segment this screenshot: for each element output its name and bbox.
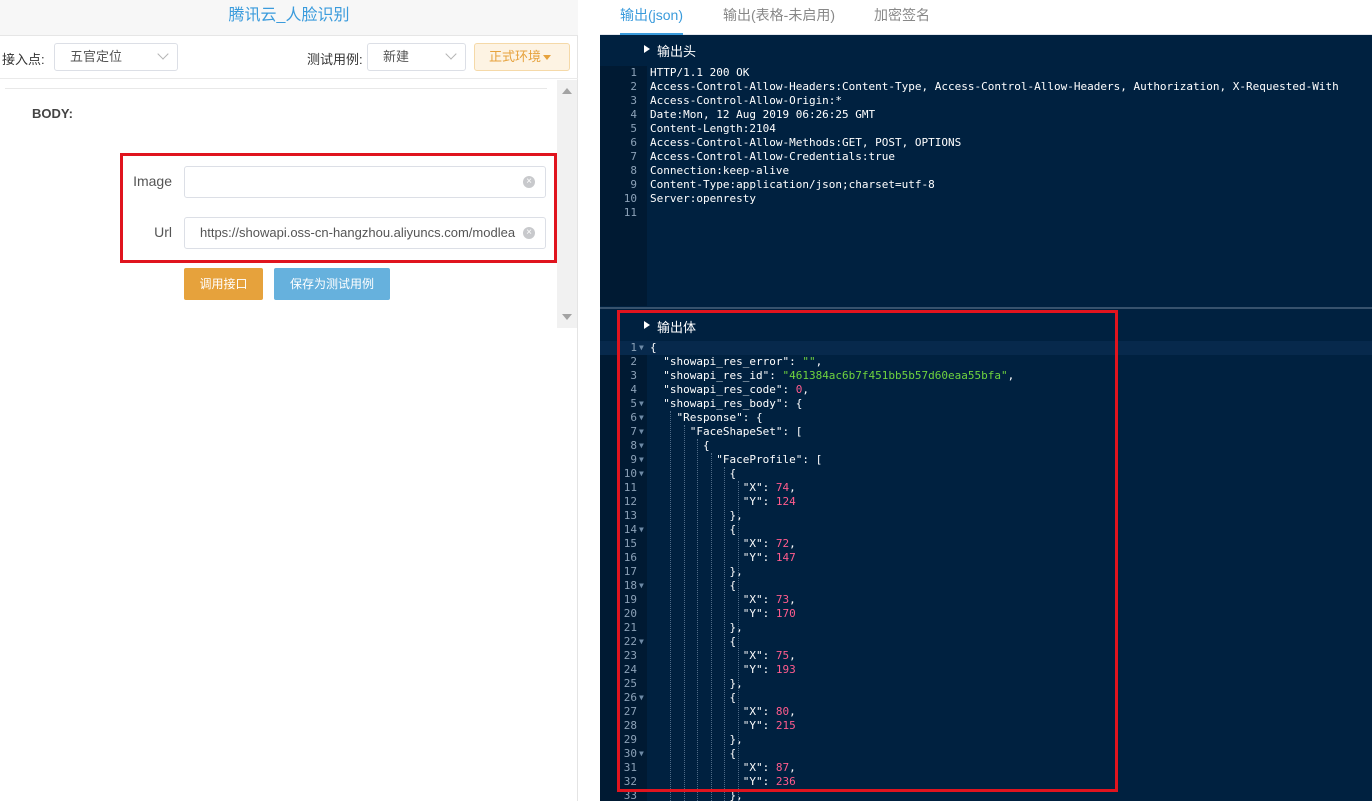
- code-text: Access-Control-Allow-Headers:Content-Typ…: [650, 80, 1339, 93]
- code-line: 8 Connection:keep-alive: [600, 164, 1372, 178]
- tab-json-output[interactable]: 输出(json): [620, 0, 684, 35]
- line-number: 7: [630, 150, 637, 163]
- highlight-box: [617, 310, 1118, 792]
- url-input-value: https://showapi.oss-cn-hangzhou.aliyuncs…: [200, 225, 516, 240]
- line-number: 4: [630, 108, 637, 121]
- caret-right-icon: [644, 45, 650, 53]
- line-number: 1: [630, 66, 637, 79]
- code-text: Server:openresty: [650, 192, 756, 205]
- line-number: 8: [630, 164, 637, 177]
- output-header-title: 输出头: [657, 44, 697, 59]
- code-line: 2 Access-Control-Allow-Headers:Content-Ty…: [600, 80, 1372, 94]
- url-field-label: Url: [154, 224, 172, 240]
- line-number: 11: [623, 206, 637, 219]
- image-input[interactable]: ×: [184, 166, 546, 198]
- line-number: 10: [623, 192, 637, 205]
- header-code-editor[interactable]: 1 HTTP/1.1 200 OK 2 Access-Control-Allow-He…: [600, 66, 1372, 306]
- chevron-down-icon: [445, 48, 457, 60]
- request-panel: 腾讯云_人脸识别 接入点: 五官定位 测试用例: 新建 正式环境 BODY: I…: [0, 0, 578, 801]
- code-line: 7 Access-Control-Allow-Credentials:true: [600, 150, 1372, 164]
- code-text: Access-Control-Allow-Credentials:true: [650, 150, 896, 163]
- code-text: Access-Control-Allow-Methods:GET, POST, …: [650, 136, 962, 149]
- testcase-select[interactable]: 新建: [367, 43, 466, 71]
- code-line: 3 Access-Control-Allow-Origin:*: [600, 94, 1372, 108]
- line-number: 6: [630, 136, 637, 149]
- divider: [5, 88, 547, 89]
- environment-label: 正式环境: [489, 49, 542, 64]
- chevron-down-icon: [157, 48, 169, 60]
- code-text: Date:Mon, 12 Aug 2019 06:26:25 GMT: [650, 108, 876, 121]
- environment-dropdown-button[interactable]: 正式环境: [474, 43, 570, 71]
- code-text: Connection:keep-alive: [650, 164, 790, 177]
- line-number: 3: [630, 94, 637, 107]
- clear-icon[interactable]: ×: [523, 227, 535, 239]
- code-text: Content-Type:application/json;charset=ut…: [650, 178, 935, 191]
- scroll-down-icon[interactable]: [562, 314, 572, 320]
- caret-down-icon: [543, 55, 551, 60]
- scrollbar[interactable]: [557, 80, 577, 328]
- request-toolbar: 接入点: 五官定位 测试用例: 新建 正式环境: [0, 37, 578, 79]
- line-number: 5: [630, 122, 637, 135]
- line-number: 9: [630, 178, 637, 191]
- tab-signature[interactable]: 加密签名: [874, 0, 930, 35]
- code-line: 9 Content-Type:application/json;charset=u…: [600, 178, 1372, 192]
- endpoint-label: 接入点:: [2, 52, 45, 67]
- code-line: 10 Server:openresty: [600, 192, 1372, 206]
- code-line: 4 Date:Mon, 12 Aug 2019 06:26:25 GMT: [600, 108, 1372, 122]
- clear-icon[interactable]: ×: [523, 176, 535, 188]
- line-number: 2: [630, 80, 637, 93]
- code-line: 1 HTTP/1.1 200 OK: [600, 66, 1372, 80]
- call-api-button[interactable]: 调用接口: [184, 268, 263, 300]
- code-text: HTTP/1.1 200 OK: [650, 66, 750, 79]
- endpoint-select-value: 五官定位: [70, 49, 123, 64]
- output-header-toggle[interactable]: 输出头: [600, 36, 1372, 64]
- scroll-up-icon[interactable]: [562, 88, 572, 94]
- code-text: Access-Control-Allow-Origin:*: [650, 94, 843, 107]
- panel-divider[interactable]: [600, 307, 1372, 309]
- save-testcase-button[interactable]: 保存为测试用例: [274, 268, 390, 300]
- output-tabs: 输出(json) 输出(表格-未启用) 加密签名: [600, 0, 1372, 35]
- endpoint-select[interactable]: 五官定位: [54, 43, 178, 71]
- image-field-label: Image: [133, 173, 172, 189]
- code-line: 11: [600, 206, 1372, 220]
- api-title: 腾讯云_人脸识别: [0, 0, 578, 36]
- response-panel: 输出(json) 输出(表格-未启用) 加密签名 输出头 1 HTTP/1.1 2…: [600, 0, 1372, 801]
- code-text: Content-Length:2104: [650, 122, 776, 135]
- code-line: 5 Content-Length:2104: [600, 122, 1372, 136]
- body-label: BODY:: [32, 106, 73, 121]
- request-body: BODY: Image × Url https://showapi.oss-cn…: [0, 80, 578, 328]
- testcase-label: 测试用例:: [307, 52, 363, 67]
- tab-table-output[interactable]: 输出(表格-未启用): [723, 0, 835, 35]
- code-line: 6 Access-Control-Allow-Methods:GET, POST,…: [600, 136, 1372, 150]
- testcase-select-value: 新建: [383, 49, 410, 64]
- url-input[interactable]: https://showapi.oss-cn-hangzhou.aliyuncs…: [184, 217, 546, 249]
